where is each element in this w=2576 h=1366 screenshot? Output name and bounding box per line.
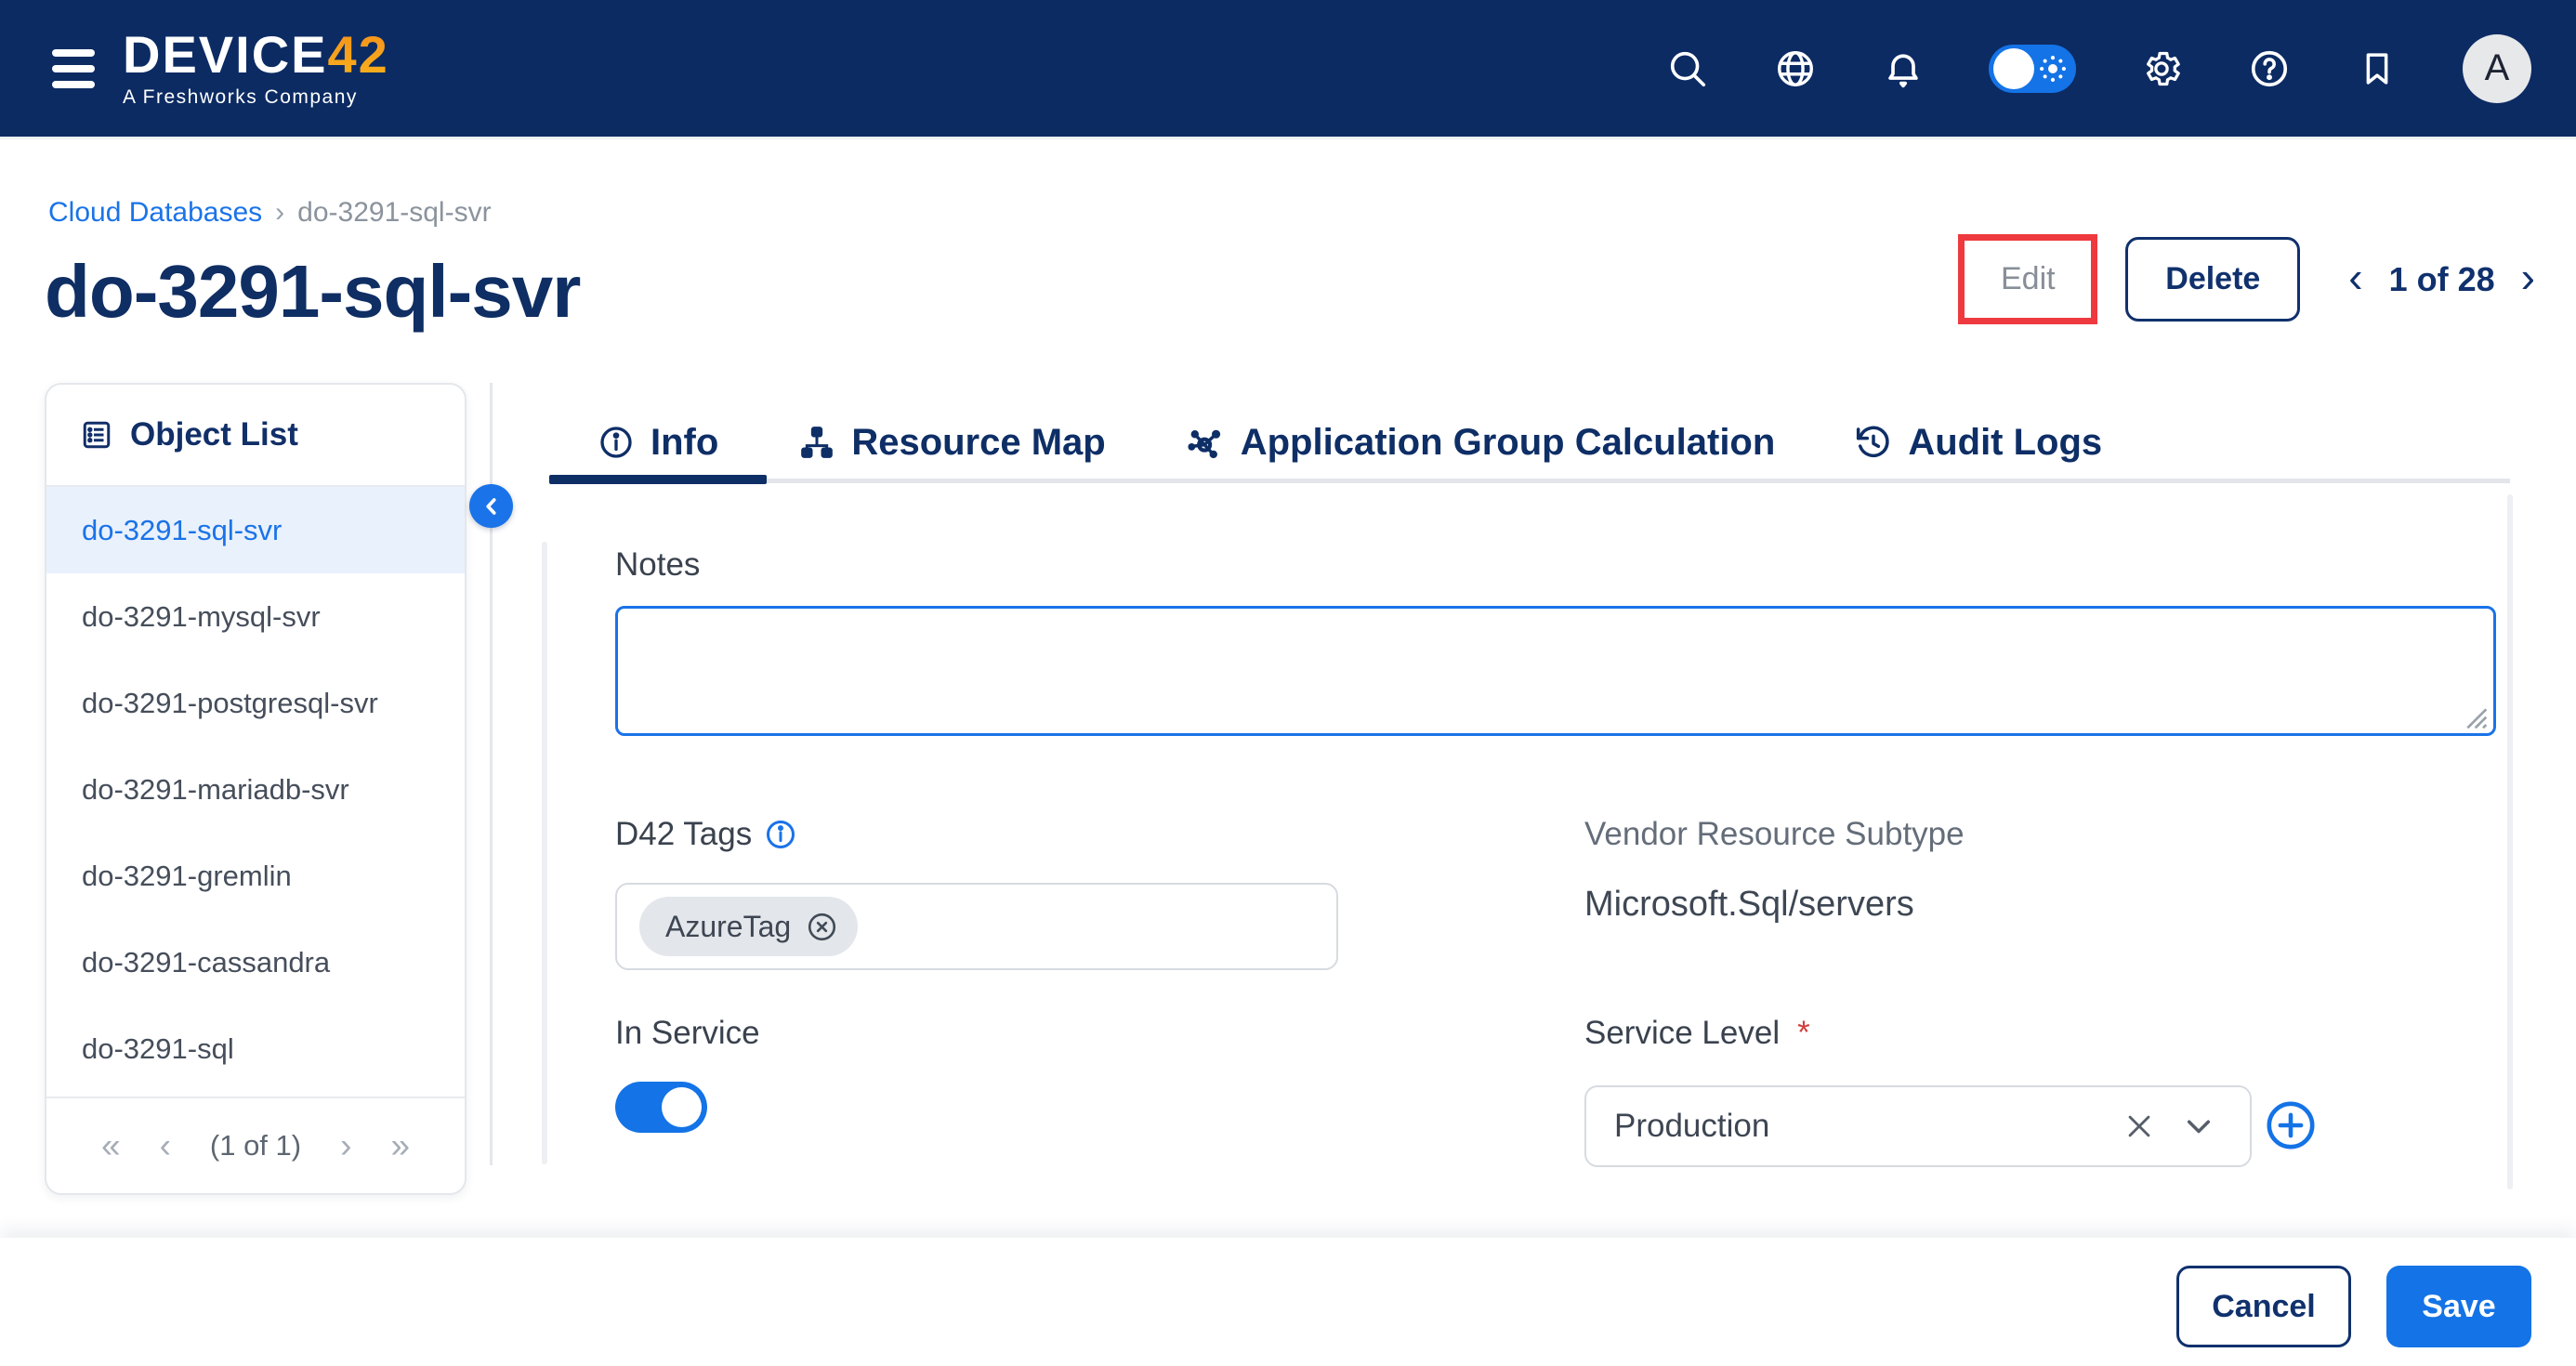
brand-text: DEVICE bbox=[123, 25, 328, 84]
device42-app: DEVICE42 A Freshworks Company bbox=[0, 0, 2576, 1366]
theme-toggle-knob bbox=[1993, 48, 2034, 89]
breadcrumb-parent-link[interactable]: Cloud Databases bbox=[48, 197, 262, 229]
object-list-item[interactable]: do-3291-gremlin bbox=[46, 833, 465, 919]
in-service-toggle-knob bbox=[662, 1087, 702, 1127]
tab-audit-logs-label: Audit Logs bbox=[1908, 422, 2102, 464]
form-scrollbar-left[interactable] bbox=[542, 542, 547, 1164]
first-page-icon[interactable]: « bbox=[101, 1126, 121, 1165]
sidebar-collapse-button[interactable] bbox=[469, 484, 513, 528]
tab-info[interactable]: Info bbox=[598, 422, 718, 464]
object-list-header: Object List bbox=[46, 385, 465, 487]
remove-tag-icon[interactable] bbox=[805, 910, 839, 944]
bookmark-icon[interactable] bbox=[2355, 46, 2399, 91]
save-button[interactable]: Save bbox=[2386, 1266, 2531, 1347]
notes-textarea[interactable] bbox=[615, 606, 2496, 736]
in-service-label: In Service bbox=[615, 1015, 760, 1052]
tag-chip-label: AzureTag bbox=[665, 910, 791, 944]
object-list-item[interactable]: do-3291-cassandra bbox=[46, 919, 465, 1005]
avatar-initial: A bbox=[2485, 47, 2510, 89]
list-icon bbox=[80, 418, 113, 452]
globe-icon[interactable] bbox=[1773, 46, 1818, 91]
info-icon bbox=[598, 424, 635, 461]
form-scrollbar-right[interactable] bbox=[2507, 494, 2513, 1189]
breadcrumb: Cloud Databases › do-3291-sql-svr bbox=[48, 197, 492, 229]
brand-accent-text: 42 bbox=[328, 25, 389, 84]
help-icon[interactable] bbox=[2247, 46, 2292, 91]
history-clock-icon bbox=[1855, 424, 1892, 461]
object-list-item[interactable]: do-3291-mariadb-svr bbox=[46, 746, 465, 833]
breadcrumb-current: do-3291-sql-svr bbox=[297, 197, 491, 229]
add-service-level-button[interactable] bbox=[2264, 1098, 2318, 1152]
notes-label: Notes bbox=[615, 546, 700, 584]
cancel-button[interactable]: Cancel bbox=[2176, 1266, 2351, 1347]
search-icon[interactable] bbox=[1665, 46, 1710, 91]
object-list-item[interactable]: do-3291-sql-svr bbox=[46, 487, 465, 573]
object-list-page-count: (1 of 1) bbox=[210, 1129, 301, 1162]
brand-tagline: A Freshworks Company bbox=[123, 86, 358, 109]
in-service-toggle[interactable] bbox=[615, 1082, 707, 1133]
settings-gear-icon[interactable] bbox=[2139, 46, 2184, 91]
object-list-pagination: « ‹ (1 of 1) › » bbox=[46, 1097, 465, 1193]
tab-resource-map-label: Resource Map bbox=[851, 422, 1105, 464]
tag-chip: AzureTag bbox=[639, 897, 858, 956]
record-pager: ‹ 1 of 28 › bbox=[2348, 256, 2535, 304]
edit-button-highlight: Edit bbox=[1958, 234, 2097, 324]
sitemap-icon bbox=[798, 424, 835, 461]
sun-icon bbox=[2039, 55, 2067, 83]
service-level-value: Production bbox=[1614, 1108, 2123, 1145]
pager-count: 1 of 28 bbox=[2389, 260, 2495, 299]
chevron-left-icon bbox=[480, 494, 504, 519]
delete-button[interactable]: Delete bbox=[2125, 237, 2300, 322]
service-level-select[interactable]: Production bbox=[1584, 1085, 2252, 1167]
tab-active-underline bbox=[549, 475, 767, 484]
theme-toggle[interactable] bbox=[1989, 45, 2076, 93]
page-title: do-3291-sql-svr bbox=[45, 249, 580, 335]
top-navbar: DEVICE42 A Freshworks Company bbox=[0, 0, 2576, 139]
action-footer: Cancel Save bbox=[0, 1238, 2576, 1366]
d42-tags-label-row: D42 Tags bbox=[615, 816, 797, 853]
vendor-resource-subtype-label: Vendor Resource Subtype bbox=[1584, 816, 1965, 853]
vendor-resource-subtype-value: Microsoft.Sql/servers bbox=[1584, 885, 1914, 925]
object-list-panel: Object List do-3291-sql-svr do-3291-mysq… bbox=[45, 383, 467, 1195]
detail-tabs: Info Resource Map Application Group Calc… bbox=[598, 405, 2102, 479]
breadcrumb-separator: › bbox=[275, 197, 284, 229]
d42-tags-label: D42 Tags bbox=[615, 816, 752, 853]
user-avatar[interactable]: A bbox=[2463, 34, 2531, 103]
edit-button[interactable]: Edit bbox=[2001, 261, 2056, 297]
object-list-item[interactable]: do-3291-sql bbox=[46, 1005, 465, 1092]
service-level-label-row: Service Level * bbox=[1584, 1015, 1810, 1052]
required-asterisk: * bbox=[1797, 1015, 1810, 1052]
tab-resource-map[interactable]: Resource Map bbox=[798, 422, 1105, 464]
object-list-items: do-3291-sql-svr do-3291-mysql-svr do-329… bbox=[46, 487, 465, 1097]
cluster-icon bbox=[1186, 423, 1225, 462]
tab-application-group-calculation[interactable]: Application Group Calculation bbox=[1186, 422, 1776, 464]
object-list-title: Object List bbox=[130, 416, 298, 453]
clear-selection-icon[interactable] bbox=[2123, 1110, 2155, 1142]
notifications-bell-icon[interactable] bbox=[1881, 46, 1925, 91]
prev-page-icon[interactable]: ‹ bbox=[160, 1126, 171, 1165]
next-page-icon[interactable]: › bbox=[340, 1126, 351, 1165]
tab-audit-logs[interactable]: Audit Logs bbox=[1855, 422, 2102, 464]
device42-logo[interactable]: DEVICE42 A Freshworks Company bbox=[123, 29, 389, 109]
service-level-label: Service Level bbox=[1584, 1015, 1780, 1052]
tab-track-line bbox=[549, 479, 2510, 483]
tab-application-group-calculation-label: Application Group Calculation bbox=[1241, 422, 1776, 464]
page-actions: Edit Delete ‹ 1 of 28 › bbox=[1958, 234, 2535, 324]
d42-tags-input[interactable]: AzureTag bbox=[615, 883, 1338, 970]
chevron-down-icon[interactable] bbox=[2181, 1109, 2216, 1144]
object-list-item[interactable]: do-3291-mysql-svr bbox=[46, 573, 465, 660]
pager-next-icon[interactable]: › bbox=[2521, 256, 2535, 304]
object-list-item[interactable]: do-3291-postgresql-svr bbox=[46, 660, 465, 746]
menu-icon[interactable] bbox=[52, 49, 95, 88]
last-page-icon[interactable]: » bbox=[390, 1126, 410, 1165]
tab-info-label: Info bbox=[651, 422, 718, 464]
info-tooltip-icon[interactable] bbox=[764, 818, 797, 851]
pager-prev-icon[interactable]: ‹ bbox=[2348, 256, 2362, 304]
